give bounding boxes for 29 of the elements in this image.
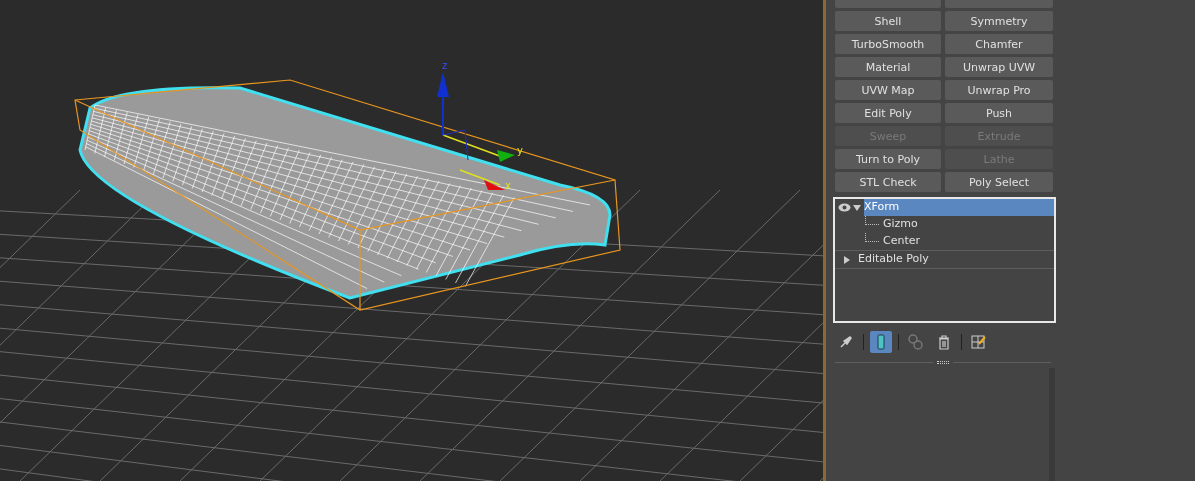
modifier-button[interactable]: Chamfer	[945, 34, 1053, 54]
splitter-handle-icon[interactable]	[937, 361, 949, 364]
trash-icon	[938, 334, 950, 350]
expand-arrow-icon[interactable]	[843, 255, 851, 264]
modifier-button[interactable]: Shell	[835, 11, 941, 31]
stack-toolbar-button[interactable]	[870, 331, 892, 353]
circles-icon	[908, 334, 924, 350]
grid-pencil-icon	[971, 334, 987, 350]
modifier-button[interactable]: Material	[835, 57, 941, 77]
modifier-button[interactable]: Poly Select	[945, 172, 1053, 192]
cylinder-icon	[876, 334, 886, 350]
stack-sub-item[interactable]: Gizmo	[883, 216, 918, 233]
stack-sub-item[interactable]: Center	[883, 233, 921, 250]
stack-item[interactable]: Editable Poly	[858, 251, 929, 268]
modifier-button[interactable]: Edit Poly	[835, 103, 941, 123]
modifier-button[interactable]: UVW Map	[835, 80, 941, 100]
modifier-button[interactable]: Unwrap UVW	[945, 57, 1053, 77]
z-axis-label: z	[442, 59, 448, 73]
modifier-button[interactable]: Symmetry	[945, 11, 1053, 31]
x-axis-label: x	[505, 179, 511, 193]
modifier-button[interactable]: STL Check	[835, 172, 941, 192]
modifier-button[interactable]: TurboSmooth	[835, 34, 941, 54]
modifier-button[interactable]: Push	[945, 103, 1053, 123]
pin-icon	[839, 335, 853, 349]
eye-icon[interactable]	[837, 203, 851, 212]
stack-item[interactable]: XForm	[864, 199, 1054, 216]
collapse-arrow-icon[interactable]	[853, 203, 861, 212]
modifier-button[interactable]: Unwrap Pro	[945, 80, 1053, 100]
modifier-button[interactable]: Turn to Poly	[835, 149, 941, 169]
